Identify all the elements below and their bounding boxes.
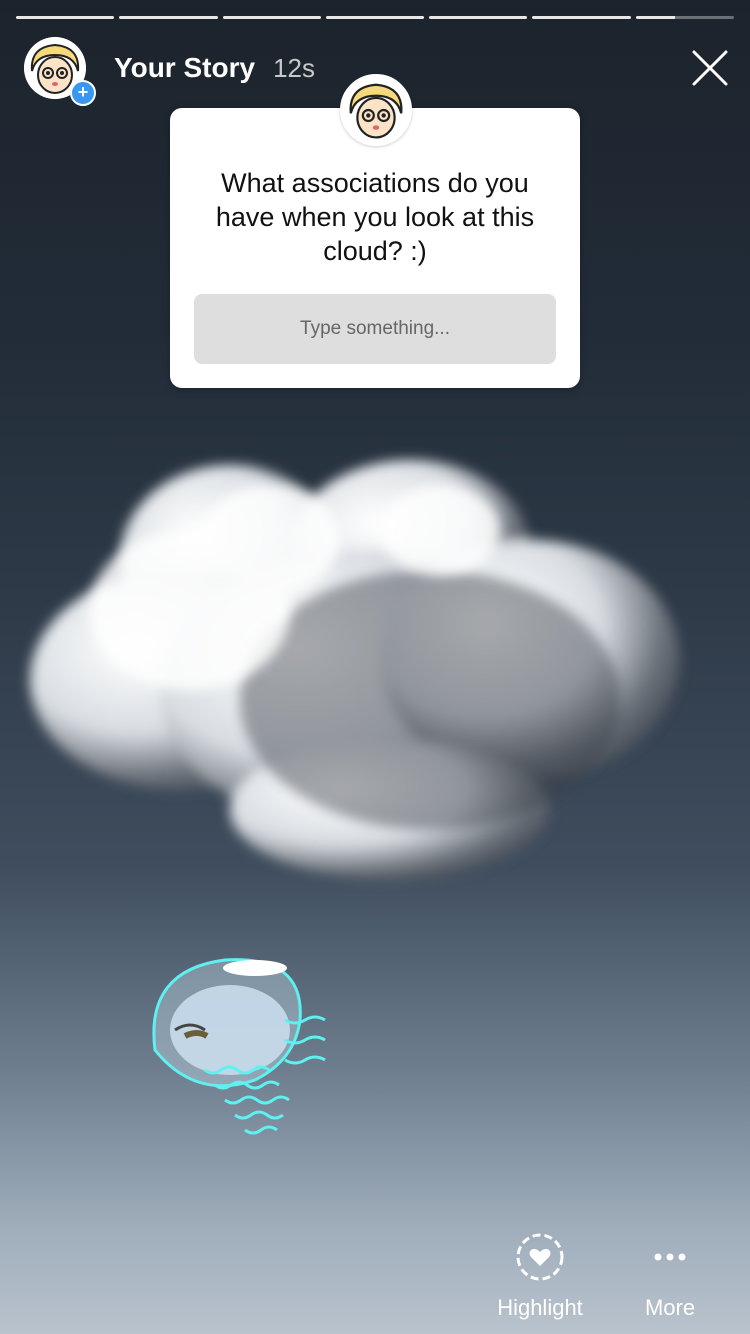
- highlight-label: Highlight: [497, 1295, 583, 1320]
- answer-input[interactable]: Type something...: [194, 294, 556, 364]
- plus-icon[interactable]: +: [70, 80, 96, 106]
- answer-input-placeholder: Type something...: [300, 318, 450, 339]
- progress-segment-current: [635, 16, 734, 19]
- avatar-icon: [342, 76, 410, 144]
- story-timestamp: 12s: [273, 52, 315, 83]
- more-button[interactable]: More: [620, 1232, 720, 1321]
- question-text: What associations do you have when you l…: [215, 168, 535, 266]
- progress-segment: [325, 16, 425, 19]
- story-header: Your Story 12s: [24, 36, 315, 100]
- more-label: More: [644, 1295, 696, 1320]
- progress-segment: [222, 16, 321, 19]
- story-title[interactable]: Your Story: [114, 52, 255, 84]
- cloud-sticker: [30, 460, 680, 880]
- heart-icon: [516, 1233, 564, 1281]
- progress-segment: [532, 16, 631, 19]
- highlight-button[interactable]: Highlight: [480, 1232, 600, 1321]
- story-progress-bar: [16, 16, 734, 20]
- question-avatar: [340, 74, 412, 146]
- progress-segment: [429, 16, 528, 19]
- progress-segment: [119, 16, 218, 19]
- question-sticker: What associations do you have when you l…: [170, 108, 580, 388]
- progress-segment: [16, 16, 115, 19]
- jellyfish-sticker[interactable]: [135, 950, 355, 1150]
- close-icon[interactable]: [690, 48, 730, 88]
- more-dots-icon: [654, 1253, 686, 1261]
